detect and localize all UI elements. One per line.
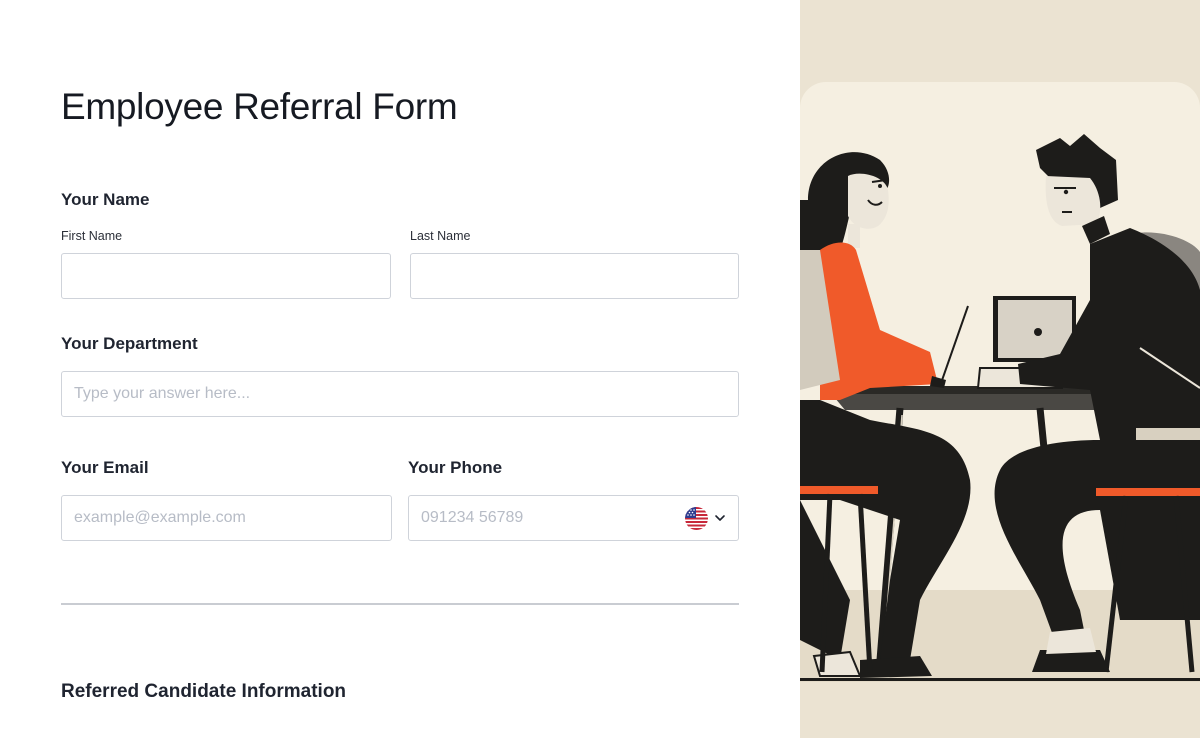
two-people-at-table-illustration <box>800 0 1200 738</box>
phone-label: Your Phone <box>408 458 503 477</box>
first-name-label: First Name <box>61 229 123 243</box>
referral-illustration <box>800 0 1200 738</box>
phone-placeholder: 091234 56789 <box>421 509 524 526</box>
your-name-label: Your Name <box>61 190 150 209</box>
first-name-input[interactable] <box>61 253 391 299</box>
form-pane: Employee Referral Form Your Name First N… <box>0 0 800 738</box>
chevron-down-icon[interactable] <box>713 511 727 525</box>
department-input[interactable]: Type your answer here... <box>61 371 739 417</box>
email-placeholder: example@example.com <box>74 509 246 526</box>
email-label: Your Email <box>61 458 149 477</box>
department-placeholder: Type your answer here... <box>74 385 251 402</box>
section-divider <box>61 603 739 605</box>
candidate-section-title: Referred Candidate Information <box>61 681 347 702</box>
page-title: Employee Referral Form <box>61 86 458 127</box>
us-flag-icon[interactable] <box>685 507 708 530</box>
last-name-label: Last Name <box>410 229 471 243</box>
email-input[interactable]: example@example.com <box>61 495 392 541</box>
last-name-input[interactable] <box>410 253 739 299</box>
department-label: Your Department <box>61 334 198 353</box>
phone-input[interactable]: 091234 56789 <box>408 495 739 541</box>
